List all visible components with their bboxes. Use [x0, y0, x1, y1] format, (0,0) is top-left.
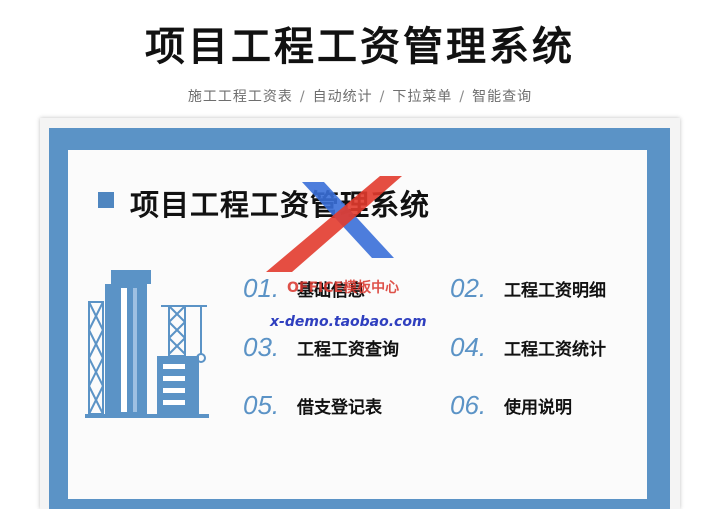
- feature-separator: /: [459, 89, 466, 105]
- menu-number: 03.: [243, 332, 280, 362]
- feature-item: 施工工程工资表: [187, 89, 293, 105]
- menu-item-basic-info[interactable]: 01. 基础信息: [243, 273, 365, 303]
- menu-item-wage-query[interactable]: 03. 工程工资查询: [243, 332, 399, 362]
- menu-number: 05.: [243, 390, 280, 420]
- feature-item: 自动统计: [312, 89, 373, 105]
- menu-item-loan-register[interactable]: 05. 借支登记表: [243, 390, 382, 420]
- menu-label: 借支登记表: [297, 398, 382, 418]
- menu-number: 04.: [450, 332, 487, 362]
- feature-item: 智能查询: [472, 89, 533, 105]
- menu-label: 使用说明: [504, 398, 572, 418]
- page-title: 项目工程工资管理系统: [145, 24, 575, 70]
- menu-item-wage-statistics[interactable]: 04. 工程工资统计: [450, 332, 606, 362]
- feature-item: 下拉菜单: [392, 89, 453, 105]
- menu-item-instructions[interactable]: 06. 使用说明: [450, 390, 572, 420]
- feature-list: 施工工程工资表 / 自动统计 / 下拉菜单 / 智能查询: [0, 86, 720, 106]
- heading-marker: [98, 192, 114, 208]
- card-title: 项目工程工资管理系统: [130, 188, 431, 222]
- feature-separator: /: [299, 89, 306, 105]
- menu-number: 06.: [450, 390, 487, 420]
- menu-number: 02.: [450, 273, 487, 303]
- feature-separator: /: [379, 89, 386, 105]
- menu-label: 工程工资明细: [504, 281, 606, 301]
- menu-label: 工程工资查询: [297, 340, 399, 360]
- building-crane-illustration: [85, 270, 209, 418]
- menu-number: 01.: [243, 273, 280, 303]
- menu-label: 基础信息: [297, 281, 365, 301]
- menu-item-wage-detail[interactable]: 02. 工程工资明细: [450, 273, 606, 303]
- menu-label: 工程工资统计: [504, 340, 606, 360]
